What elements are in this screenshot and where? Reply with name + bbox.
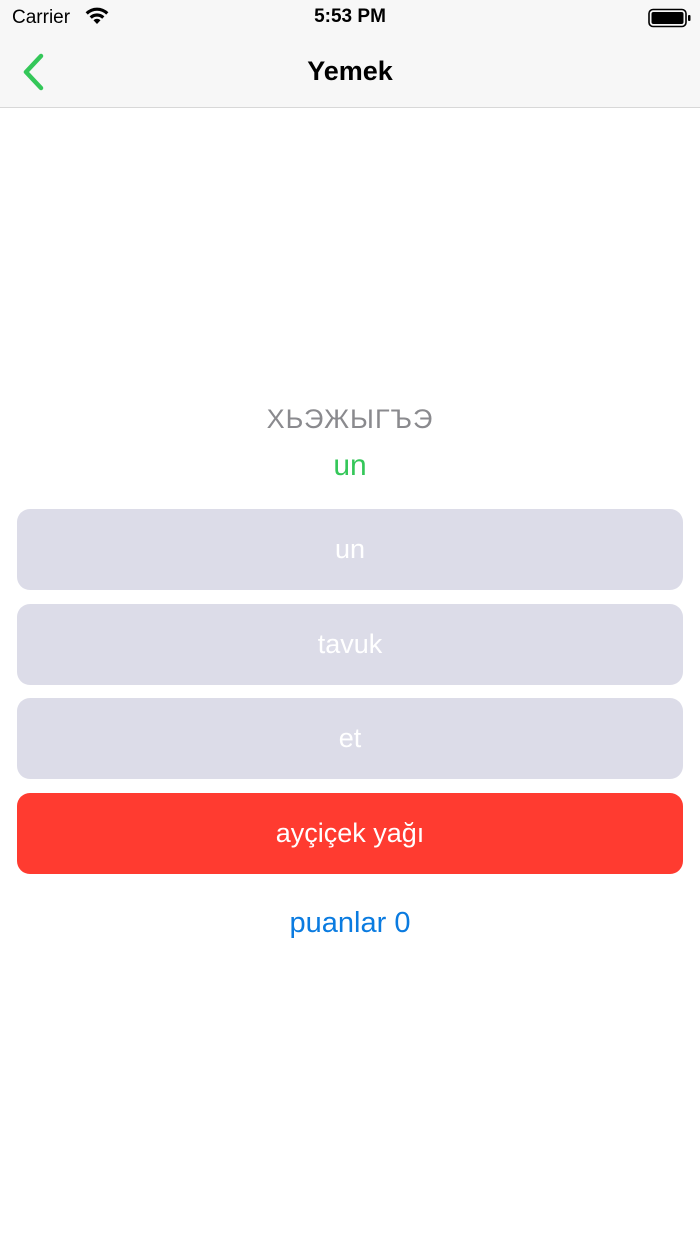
battery-icon — [648, 8, 691, 28]
status-bar: Carrier 5:53 PM — [0, 0, 700, 40]
question-word: ХЬЭЖЫГЪЭ — [266, 404, 434, 434]
option-button-4[interactable]: ayçiçek yağı — [17, 793, 683, 874]
page-title: Yemek — [307, 56, 393, 86]
navigation-bar: Yemek — [0, 40, 700, 108]
option-button-1[interactable]: un — [17, 509, 683, 590]
score-label: puanlar 0 — [289, 907, 411, 939]
status-time: 5:53 PM — [314, 6, 386, 27]
option-button-3[interactable]: et — [17, 698, 683, 779]
option-button-2[interactable]: tavuk — [17, 604, 683, 685]
correct-answer: un — [333, 449, 367, 482]
